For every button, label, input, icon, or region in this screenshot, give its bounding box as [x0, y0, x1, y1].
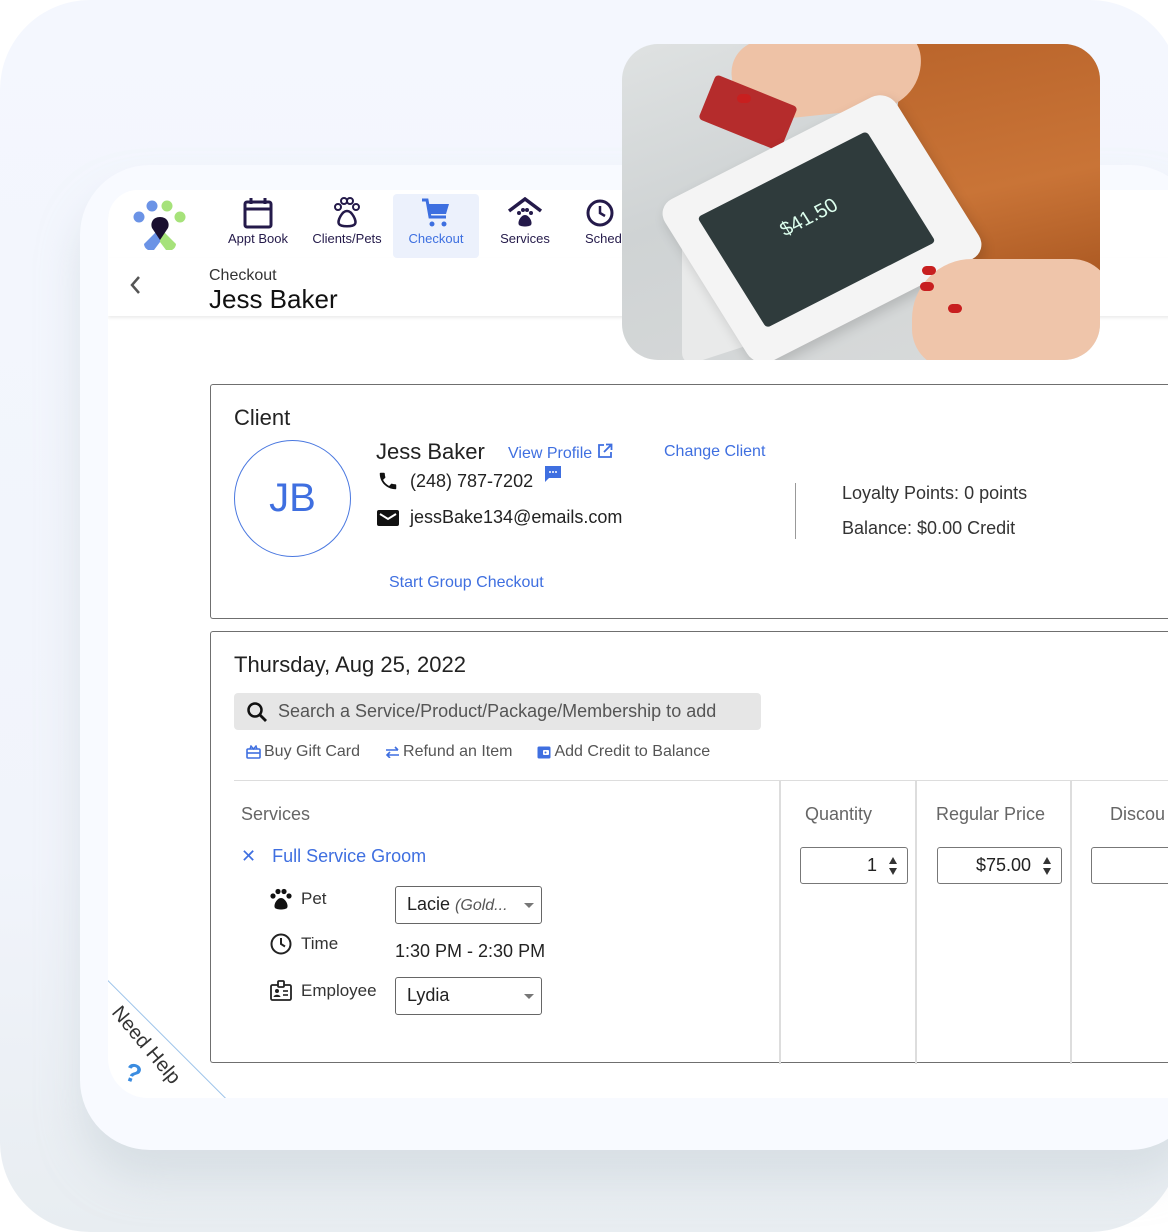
- pet-label: Pet: [269, 888, 327, 910]
- quick-actions: Buy Gift Card Refund an Item Add Credit …: [246, 743, 710, 761]
- quantity-value: 1: [866, 855, 877, 875]
- phone-number: (248) 787-7202: [410, 470, 534, 491]
- regular-price-column-header: Regular Price: [936, 804, 1046, 824]
- quantity-column-header: Quantity: [805, 804, 873, 824]
- loyalty-points: Loyalty Points: 0 points: [842, 483, 1028, 503]
- nav-label: Checkout: [408, 231, 464, 246]
- checkout-date: Thursday, Aug 25, 2022: [234, 652, 466, 677]
- photo-nail: [920, 282, 934, 291]
- photo-nail: [948, 304, 962, 313]
- start-group-checkout-link[interactable]: Start Group Checkout: [389, 574, 544, 592]
- nav-appt-book[interactable]: Appt Book: [215, 194, 301, 258]
- remove-service-icon[interactable]: ✕: [241, 846, 256, 867]
- divider: [795, 483, 796, 539]
- paw-icon: [334, 197, 360, 228]
- nav-label: Services: [500, 231, 550, 246]
- divider: [234, 780, 1168, 781]
- service-name-link[interactable]: Full Service Groom: [272, 846, 426, 867]
- nav-services[interactable]: Services: [482, 194, 568, 258]
- dropdown-caret-icon: [524, 903, 534, 908]
- question-icon: ?: [120, 1056, 146, 1090]
- stepper-arrows-icon[interactable]: [889, 855, 899, 877]
- nav-label: Appt Book: [228, 231, 288, 246]
- house-paw-icon: [507, 197, 543, 227]
- client-section-title: Client: [234, 405, 291, 430]
- breadcrumb: Checkout: [209, 267, 277, 284]
- mail-icon: [377, 509, 399, 526]
- employee-select[interactable]: Lydia: [395, 977, 542, 1015]
- external-link-icon: [597, 443, 613, 458]
- search-icon: [247, 701, 267, 722]
- terminal-amount: $41.50: [775, 194, 843, 241]
- view-profile-label: View Profile: [508, 445, 593, 462]
- change-client-link[interactable]: Change Client: [664, 443, 765, 461]
- appointment-time: 1:30 PM - 2:30 PM: [395, 941, 546, 961]
- time-label: Time: [269, 932, 338, 956]
- photo-hand: [912, 259, 1100, 360]
- service-line: ✕ Full Service Groom: [241, 846, 426, 867]
- quantity-stepper[interactable]: 1: [800, 847, 908, 884]
- add-credit-button[interactable]: Add Credit to Balance: [537, 743, 710, 761]
- calendar-icon: [243, 198, 273, 229]
- page-title: Jess Baker: [209, 284, 338, 314]
- discount-input[interactable]: [1091, 847, 1168, 884]
- client-name: Jess Baker: [376, 439, 485, 464]
- price-stepper[interactable]: $75.00: [937, 847, 1062, 884]
- id-badge-icon: [270, 980, 292, 1001]
- checkout-card: Thursday, Aug 25, 2022 Buy Gift Card: [210, 631, 1168, 1064]
- avatar: JB: [234, 440, 351, 557]
- column-divider: [915, 780, 917, 1064]
- pet-breed: (Gold...: [455, 897, 508, 914]
- detail-label-text: Pet: [301, 889, 327, 908]
- action-label: Buy Gift Card: [264, 743, 361, 760]
- buy-gift-card-button[interactable]: Buy Gift Card: [246, 743, 360, 761]
- phone-row: (248) 787-7202: [376, 466, 563, 492]
- terminal-screen: $41.50: [697, 131, 936, 329]
- need-help-tab[interactable]: Need Help ?: [108, 970, 238, 1098]
- nav-clients-pets[interactable]: Clients/Pets: [304, 194, 390, 258]
- detail-label-text: Employee: [301, 981, 377, 1000]
- action-label: Refund an Item: [403, 743, 513, 760]
- cart-icon: [422, 198, 449, 227]
- selected-pet: Lacie: [407, 894, 451, 914]
- swap-arrows-icon: [385, 746, 400, 758]
- refund-item-button[interactable]: Refund an Item: [385, 743, 512, 761]
- phone-icon: [379, 472, 397, 490]
- detail-label-text: Time: [301, 934, 339, 953]
- gift-card-icon: [246, 745, 261, 759]
- search-input[interactable]: [278, 701, 758, 722]
- logo-icon[interactable]: [130, 200, 190, 250]
- dropdown-caret-icon: [524, 994, 534, 999]
- discount-column-header: Discou: [1110, 804, 1166, 824]
- view-profile-link[interactable]: View Profile: [508, 443, 613, 463]
- stepper-arrows-icon[interactable]: [1043, 855, 1053, 877]
- chevron-left-icon: [130, 276, 140, 294]
- employee-label: Employee: [269, 979, 377, 1003]
- search-field[interactable]: [234, 693, 761, 730]
- selected-employee: Lydia: [407, 985, 450, 1005]
- action-label: Add Credit to Balance: [554, 743, 711, 760]
- nav-label: Clients/Pets: [312, 231, 382, 246]
- clock-icon: [586, 199, 614, 227]
- paw-icon: [270, 888, 292, 910]
- wallet-icon: [537, 746, 551, 758]
- photo-nail: [737, 94, 751, 103]
- services-column-header: Services: [241, 804, 311, 824]
- email-address: jessBake134@emails.com: [410, 507, 623, 527]
- photo-nail: [922, 266, 936, 275]
- nav-checkout[interactable]: Checkout: [393, 194, 479, 258]
- payment-terminal-photo: $41.50: [622, 44, 1100, 360]
- clock-icon: [270, 933, 292, 955]
- message-icon[interactable]: [543, 464, 563, 484]
- column-divider: [1070, 780, 1072, 1064]
- column-divider: [779, 780, 781, 1064]
- pet-select[interactable]: Lacie (Gold...: [395, 886, 542, 924]
- back-button[interactable]: [128, 274, 150, 298]
- account-balance: Balance: $0.00 Credit: [842, 518, 1016, 538]
- email-row: jessBake134@emails.com: [376, 507, 622, 528]
- price-value: $75.00: [975, 855, 1031, 875]
- client-card: Client JB Jess Baker View Profile Change…: [210, 384, 1168, 619]
